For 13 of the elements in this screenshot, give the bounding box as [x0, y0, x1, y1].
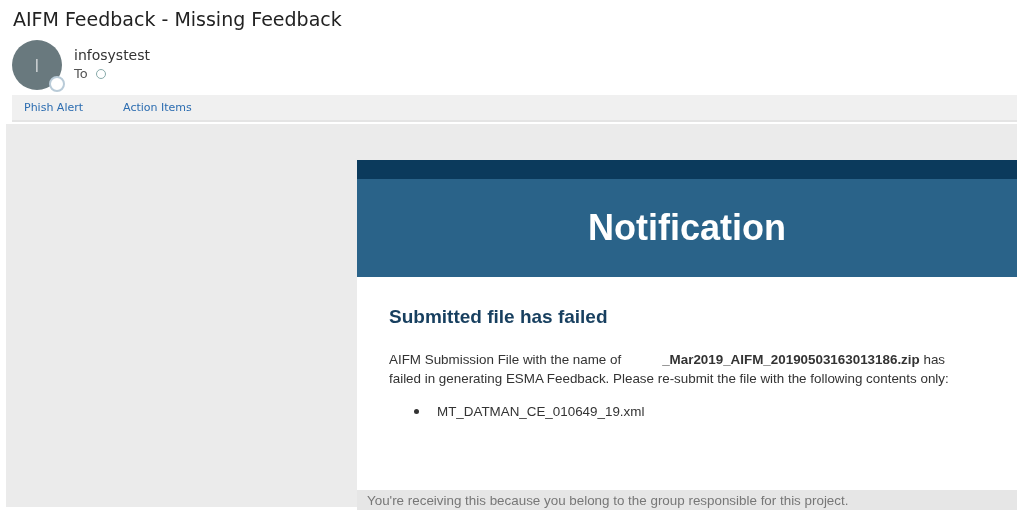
presence-icon [49, 76, 65, 92]
avatar-letter: I [34, 54, 40, 76]
file-list-item: MT_DATMAN_CE_010649_19.xml [437, 404, 645, 419]
footer-note: You're receiving this because you belong to the group responsible for this project. [357, 490, 1017, 510]
banner-title: Notification [357, 179, 1017, 277]
sender-name: infosystest [74, 47, 150, 63]
toolbar-link[interactable]: Action Items [123, 101, 192, 114]
message-text: AIFM Submission File with the name of _Mar2019_AIFM_20190503163013186.zip has failed in generating ESMA Feedback. Please re-submit the file with the following contents only: [389, 351, 950, 388]
toolbar-link[interactable]: Phish Alert [24, 101, 84, 114]
message-heading: Submitted file has failed [389, 306, 609, 328]
bullet-icon [414, 409, 419, 414]
email-subject: AIFM Feedback - Missing Feedback [12, 7, 343, 32]
to-label: To [74, 66, 88, 81]
